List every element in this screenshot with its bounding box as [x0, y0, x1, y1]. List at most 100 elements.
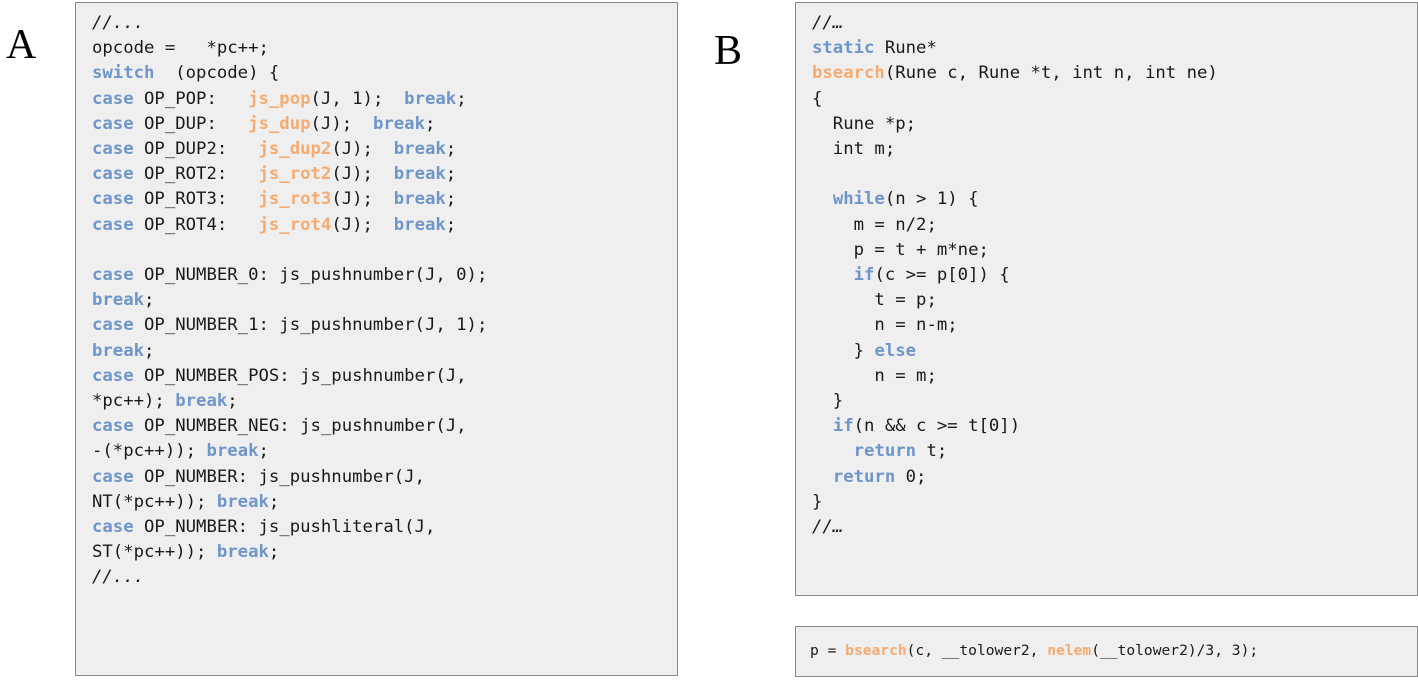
code-token: break: [92, 290, 145, 311]
code-token: case: [92, 265, 134, 286]
code-token: case: [92, 466, 134, 487]
code-token: (J);: [331, 139, 394, 160]
panel-label-a: A: [6, 22, 37, 68]
code-token: OP_NUMBER_NEG: js_pushnumber(J,: [133, 416, 467, 437]
code-token: ;: [445, 164, 457, 185]
code-token: (J);: [331, 214, 394, 235]
code-token: t = p;: [812, 290, 937, 311]
code-line: case OP_ROT3: js_rot3(J); break;: [92, 187, 671, 212]
code-line: m = n/2;: [812, 213, 1411, 238]
code-token: ;: [445, 189, 457, 210]
code-token: ST(*pc++));: [92, 542, 217, 563]
code-line: ST(*pc++)); break;: [92, 540, 671, 565]
code-token: n = n-m;: [812, 315, 958, 336]
code-token: {: [812, 88, 823, 109]
code-line: n = n-m;: [812, 313, 1411, 338]
code-line: case OP_NUMBER_0: js_pushnumber(J, 0);: [92, 263, 671, 288]
code-line: //…: [812, 11, 1411, 36]
code-line: case OP_NUMBER_POS: js_pushnumber(J,: [92, 364, 671, 389]
code-line: {: [812, 87, 1411, 112]
code-token: OP_ROT4:: [133, 214, 259, 235]
code-token: break: [175, 391, 228, 412]
code-line: p = bsearch(c, __tolower2, nelem(__tolow…: [810, 641, 1411, 661]
code-token: js_dup2: [258, 139, 332, 160]
code-token: bsearch: [812, 63, 885, 84]
code-token: (c >= p[0]) {: [874, 265, 1010, 286]
code-token: (n && c >= t[0]): [853, 416, 1021, 437]
code-line: }: [812, 389, 1411, 414]
code-line: }: [812, 490, 1411, 515]
code-token: case: [92, 315, 134, 336]
code-token: p =: [810, 642, 846, 659]
code-token: (Rune c, Rune *t, int n, int ne): [884, 63, 1218, 84]
code-token: bsearch: [845, 642, 907, 659]
code-line: //...: [92, 11, 671, 36]
code-token: (c, __tolower2,: [906, 642, 1048, 659]
code-line: t = p;: [812, 288, 1411, 313]
code-token: 0;: [895, 466, 927, 487]
code-token: ;: [258, 441, 269, 462]
code-token: break: [206, 441, 259, 462]
code-token: break: [393, 139, 446, 160]
code-line: case OP_POP: js_pop(J, 1); break;: [92, 87, 671, 112]
code-token: break: [393, 164, 446, 185]
code-token: break: [404, 88, 457, 109]
code-token: ;: [456, 88, 467, 109]
code-token: (J);: [331, 189, 394, 210]
code-token: t;: [916, 441, 948, 462]
code-token: //...: [92, 567, 145, 588]
code-line: return 0;: [812, 465, 1411, 490]
code-token: case: [92, 189, 134, 210]
code-token: break: [372, 113, 425, 134]
code-token: ;: [445, 139, 457, 160]
code-line: *pc++); break;: [92, 389, 671, 414]
code-line: NT(*pc++)); break;: [92, 490, 671, 515]
code-line: int m;: [812, 137, 1411, 162]
code-token: break: [393, 214, 446, 235]
code-token: OP_POP:: [133, 88, 249, 109]
panel-a-code-box: //... opcode = *pc++; switch (opcode) {cas…: [75, 2, 678, 676]
code-token: case: [92, 88, 134, 109]
code-token: ;: [227, 391, 238, 412]
code-line: case OP_NUMBER: js_pushliteral(J,: [92, 515, 671, 540]
panel-b-code-box: //… static Rune* bsearch(Rune c, Rune *t, …: [795, 2, 1418, 596]
code-line: while(n > 1) {: [812, 187, 1411, 212]
code-token: OP_NUMBER_0: js_pushnumber(J, 0);: [133, 265, 488, 286]
code-token: m = n/2;: [812, 214, 937, 235]
code-line: case OP_DUP: js_dup(J); break;: [92, 112, 671, 137]
code-token: OP_NUMBER: js_pushnumber(J,: [133, 466, 425, 487]
code-token: }: [812, 391, 844, 412]
code-token: break: [92, 340, 145, 361]
code-token: OP_DUP2:: [133, 139, 259, 160]
code-token: OP_ROT3:: [133, 189, 259, 210]
panel-a-code: //... opcode = *pc++; switch (opcode) {cas…: [92, 11, 671, 591]
code-token: OP_NUMBER_POS: js_pushnumber(J,: [133, 365, 467, 386]
code-token: else: [874, 340, 917, 361]
panel-b-code: //… static Rune* bsearch(Rune c, Rune *t, …: [812, 11, 1411, 540]
code-token: ;: [445, 214, 457, 235]
code-line: if(n && c >= t[0]): [812, 414, 1411, 439]
code-token: js_dup: [248, 113, 311, 134]
code-line: static Rune*: [812, 36, 1411, 61]
code-token: Rune*: [874, 38, 937, 59]
code-token: ;: [424, 113, 436, 134]
code-line: case OP_NUMBER_1: js_pushnumber(J, 1);: [92, 313, 671, 338]
code-token: static: [812, 38, 875, 59]
code-line: case OP_DUP2: js_dup2(J); break;: [92, 137, 671, 162]
code-line: n = m;: [812, 364, 1411, 389]
code-token: //…: [812, 517, 844, 538]
code-token: n = m;: [812, 365, 937, 386]
panel-b-call-site-box: p = bsearch(c, __tolower2, nelem(__tolow…: [795, 626, 1418, 677]
code-line: //...: [92, 565, 671, 590]
code-token: if: [832, 416, 854, 437]
panel-label-b: B: [714, 28, 743, 74]
code-token: js_rot4: [258, 214, 332, 235]
code-line: case OP_ROT4: js_rot4(J); break;: [92, 213, 671, 238]
code-token: case: [92, 416, 134, 437]
code-token: }: [812, 491, 823, 512]
